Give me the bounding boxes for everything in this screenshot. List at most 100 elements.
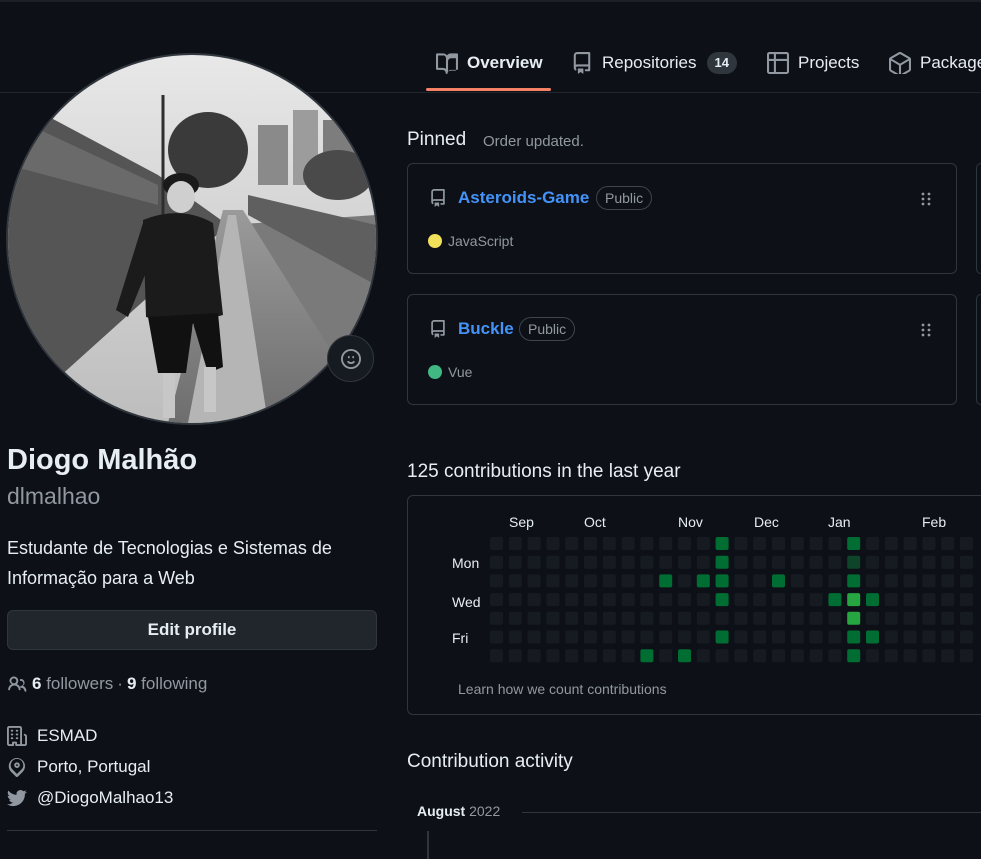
contribution-cell[interactable] (753, 574, 767, 588)
followers-link[interactable]: 6 followers (32, 674, 113, 694)
contribution-cell[interactable] (847, 537, 861, 550)
contribution-cell[interactable] (584, 611, 597, 625)
contribution-cell[interactable] (659, 630, 673, 644)
contribution-cell[interactable] (565, 630, 579, 644)
contribution-cell[interactable] (546, 555, 560, 569)
contribution-cell[interactable] (602, 649, 616, 663)
contribution-cell[interactable] (847, 630, 861, 644)
contribution-cell[interactable] (621, 649, 635, 663)
contribution-cell[interactable] (941, 593, 955, 607)
contribution-cell[interactable] (941, 630, 955, 644)
contribution-cell[interactable] (866, 630, 879, 644)
contribution-cell[interactable] (490, 593, 503, 607)
contribution-cell[interactable] (903, 574, 917, 588)
contribution-cell[interactable] (640, 555, 654, 569)
contribution-cell[interactable] (490, 574, 503, 588)
contribution-cell[interactable] (753, 611, 767, 625)
drag-handle-icon[interactable] (920, 322, 932, 338)
contribution-cell[interactable] (659, 555, 673, 569)
tab-repositories[interactable]: Repositories 14 (571, 48, 737, 78)
contribution-cell[interactable] (960, 593, 973, 607)
contribution-cell[interactable] (734, 593, 748, 607)
contribution-cell[interactable] (903, 649, 917, 663)
contribution-cell[interactable] (584, 630, 597, 644)
contribution-cell[interactable] (866, 537, 879, 550)
contribution-cell[interactable] (546, 649, 560, 663)
contribution-cell[interactable] (678, 574, 691, 588)
contribution-cell[interactable] (527, 593, 541, 607)
contribution-cell[interactable] (790, 574, 804, 588)
contribution-cell[interactable] (490, 649, 503, 663)
contribution-cell[interactable] (922, 574, 936, 588)
contribution-cell[interactable] (659, 649, 673, 663)
contribution-cell[interactable] (772, 649, 785, 663)
contribution-cell[interactable] (527, 537, 541, 550)
contribution-cell[interactable] (508, 649, 522, 663)
contribution-cell[interactable] (790, 611, 804, 625)
contribution-cell[interactable] (678, 630, 691, 644)
contribution-cell[interactable] (809, 537, 823, 550)
contribution-cell[interactable] (584, 574, 597, 588)
contribution-cell[interactable] (621, 630, 635, 644)
learn-contributions-link[interactable]: Learn how we count contributions (458, 681, 667, 697)
contribution-cell[interactable] (903, 611, 917, 625)
contribution-cell[interactable] (903, 593, 917, 607)
edit-profile-button[interactable]: Edit profile (7, 610, 377, 650)
contribution-cell[interactable] (659, 537, 673, 550)
contribution-cell[interactable] (640, 649, 654, 663)
contribution-cell[interactable] (828, 630, 842, 644)
contribution-cell[interactable] (640, 611, 654, 625)
contribution-cell[interactable] (715, 537, 729, 550)
contribution-cell[interactable] (960, 630, 973, 644)
contribution-cell[interactable] (584, 593, 597, 607)
contribution-cell[interactable] (602, 537, 616, 550)
contribution-cell[interactable] (659, 593, 673, 607)
contribution-cell[interactable] (790, 630, 804, 644)
repo-name-link[interactable]: Asteroids-Game (458, 188, 589, 208)
contribution-cell[interactable] (565, 593, 579, 607)
contribution-cell[interactable] (602, 630, 616, 644)
contribution-cell[interactable] (866, 649, 879, 663)
contribution-cell[interactable] (922, 649, 936, 663)
contribution-cell[interactable] (828, 555, 842, 569)
contribution-cell[interactable] (866, 611, 879, 625)
contribution-cell[interactable] (659, 574, 673, 588)
contribution-cell[interactable] (508, 630, 522, 644)
contribution-cell[interactable] (678, 611, 691, 625)
contribution-cell[interactable] (734, 611, 748, 625)
contribution-cell[interactable] (565, 649, 579, 663)
contribution-cell[interactable] (602, 593, 616, 607)
contribution-cell[interactable] (903, 537, 917, 550)
contribution-cell[interactable] (847, 555, 861, 569)
contribution-cell[interactable] (696, 649, 710, 663)
contribution-cell[interactable] (508, 537, 522, 550)
contribution-cell[interactable] (809, 555, 823, 569)
contribution-cell[interactable] (960, 555, 973, 569)
contribution-cell[interactable] (790, 593, 804, 607)
tab-projects[interactable]: Projects (767, 48, 859, 78)
contribution-cell[interactable] (490, 630, 503, 644)
contribution-cell[interactable] (790, 537, 804, 550)
twitter-item[interactable]: @DiogoMalhao13 (7, 788, 173, 808)
contribution-cell[interactable] (809, 574, 823, 588)
contribution-cell[interactable] (678, 593, 691, 607)
contribution-cell[interactable] (546, 537, 560, 550)
contribution-cell[interactable] (922, 593, 936, 607)
contribution-cell[interactable] (584, 555, 597, 569)
contribution-cell[interactable] (847, 593, 861, 607)
contribution-cell[interactable] (508, 611, 522, 625)
contribution-cell[interactable] (809, 593, 823, 607)
tab-packages[interactable]: Packages (889, 48, 981, 78)
contribution-cell[interactable] (847, 611, 861, 625)
contribution-cell[interactable] (678, 537, 691, 550)
contribution-cell[interactable] (696, 555, 710, 569)
contribution-cell[interactable] (602, 555, 616, 569)
contribution-cell[interactable] (659, 611, 673, 625)
contribution-cell[interactable] (866, 555, 879, 569)
contribution-cell[interactable] (866, 593, 879, 607)
contribution-cell[interactable] (715, 593, 729, 607)
contribution-cell[interactable] (508, 574, 522, 588)
tab-overview[interactable]: Overview (436, 48, 543, 78)
contribution-cell[interactable] (884, 537, 898, 550)
contribution-cell[interactable] (734, 555, 748, 569)
